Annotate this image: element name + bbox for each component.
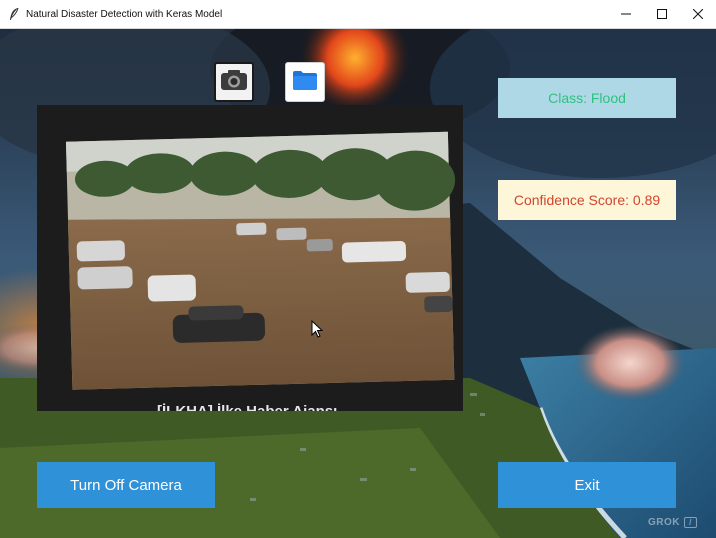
app-window: Natural Disaster Detection with Keras Mo… bbox=[0, 0, 716, 538]
watermark-icon: / bbox=[684, 517, 697, 528]
exit-button[interactable]: Exit bbox=[498, 462, 676, 508]
camera-icon bbox=[220, 69, 248, 96]
window-title: Natural Disaster Detection with Keras Mo… bbox=[26, 8, 223, 20]
minimize-icon[interactable] bbox=[608, 0, 644, 28]
main-content: [İLKHA] İlke Haber Ajansı Class: Flood C… bbox=[0, 28, 716, 538]
watermark-text: GROK bbox=[648, 517, 680, 528]
window-controls bbox=[608, 0, 716, 28]
mouse-cursor bbox=[311, 320, 323, 338]
confidence-result: Confidence Score: 0.89 bbox=[498, 180, 676, 220]
folder-icon bbox=[292, 69, 318, 96]
video-caption: [İLKHA] İlke Haber Ajansı bbox=[157, 403, 337, 411]
feather-icon bbox=[4, 0, 24, 28]
maximize-icon[interactable] bbox=[644, 0, 680, 28]
camera-button[interactable] bbox=[214, 62, 254, 102]
turn-off-camera-button[interactable]: Turn Off Camera bbox=[37, 462, 215, 508]
grok-watermark: GROK / bbox=[648, 517, 697, 528]
open-file-button[interactable] bbox=[285, 62, 325, 102]
camera-feed: [İLKHA] İlke Haber Ajansı bbox=[37, 105, 463, 411]
title-bar: Natural Disaster Detection with Keras Mo… bbox=[0, 0, 716, 29]
class-result: Class: Flood bbox=[498, 78, 676, 118]
close-icon[interactable] bbox=[680, 0, 716, 28]
